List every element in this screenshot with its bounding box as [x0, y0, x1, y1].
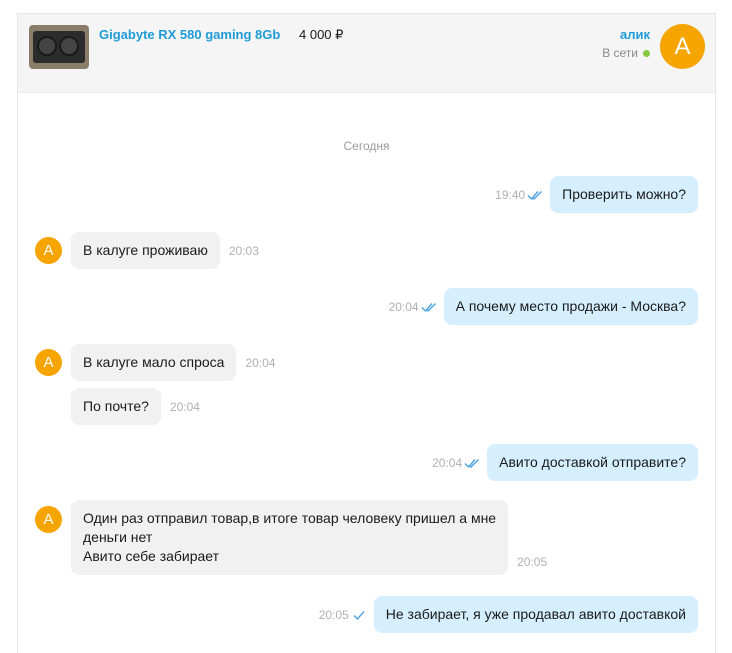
message-time: 20:04	[170, 400, 200, 414]
message-time-label: 19:40	[495, 187, 526, 202]
message-time-label: 20:05	[517, 555, 548, 569]
message-time-label: 20:05	[318, 607, 349, 622]
double-check-icon	[421, 302, 436, 312]
chat-window: Gigabyte RX 580 gaming 8Gb 4 000 ₽ алик …	[17, 13, 716, 653]
product-price: 4 000 ₽	[299, 27, 344, 42]
product-title-link[interactable]: Gigabyte RX 580 gaming 8Gb	[99, 27, 280, 42]
single-check-icon	[353, 610, 365, 620]
sender-avatar[interactable]: А	[35, 237, 62, 264]
message-time: 20:03	[229, 244, 259, 258]
message-time: 20:05	[517, 555, 547, 569]
message-bubble[interactable]: Не забирает, я уже продавал авито достав…	[373, 596, 698, 633]
message-time-label: 20:04	[388, 299, 419, 314]
message-bubble[interactable]: В калуге проживаю	[71, 232, 220, 269]
outgoing-message: 19:40 Проверить можно?	[495, 176, 698, 213]
message-bubble[interactable]: По почте?	[71, 388, 161, 425]
incoming-message: А Один раз отправил товар,в итоге товар ч…	[35, 500, 547, 575]
message-time: 20:04	[389, 300, 437, 314]
message-time: 20:04	[432, 456, 480, 470]
user-status: В сети	[602, 46, 650, 60]
message-bubble[interactable]: В калуге мало спроса	[71, 344, 237, 381]
incoming-message: А В калуге мало спроса 20:04	[35, 344, 275, 381]
outgoing-message: 20:04 Авито доставкой отправите?	[432, 444, 698, 481]
product-thumbnail[interactable]	[29, 25, 89, 69]
user-avatar[interactable]: А	[660, 24, 705, 69]
user-name-link[interactable]: алик	[620, 27, 650, 42]
online-indicator-icon	[643, 49, 650, 57]
message-bubble[interactable]: Проверить можно?	[550, 176, 698, 213]
incoming-message: АПо почте?20:04	[35, 388, 200, 425]
incoming-message: А В калуге проживаю 20:03	[35, 232, 259, 269]
message-time: 20:04	[245, 356, 275, 370]
user-status-label: В сети	[602, 46, 638, 60]
message-bubble[interactable]: Авито доставкой отправите?	[487, 444, 698, 481]
outgoing-message: 20:05 Не забирает, я уже продавал авито д…	[319, 596, 698, 633]
double-check-icon	[527, 190, 543, 200]
message-time: 20:05	[319, 608, 367, 622]
chat-header: Gigabyte RX 580 gaming 8Gb 4 000 ₽ алик …	[18, 14, 715, 93]
fan-icon	[59, 36, 79, 56]
day-separator: Сегодня	[343, 139, 390, 153]
sender-avatar[interactable]: А	[35, 349, 62, 376]
message-time-label: 20:03	[228, 243, 259, 258]
message-time-label: 20:04	[432, 455, 463, 470]
outgoing-message: 20:04 А почему место продажи - Москва?	[389, 288, 698, 325]
sender-avatar[interactable]: А	[35, 506, 62, 533]
message-time-label: 20:04	[169, 399, 200, 414]
message-time-label: 20:04	[245, 355, 276, 370]
fan-icon	[37, 36, 57, 56]
message-time: 19:40	[495, 188, 543, 202]
double-check-icon	[464, 458, 480, 468]
message-bubble[interactable]: А почему место продажи - Москва?	[443, 288, 698, 325]
message-bubble[interactable]: Один раз отправил товар,в итоге товар че…	[71, 500, 509, 575]
